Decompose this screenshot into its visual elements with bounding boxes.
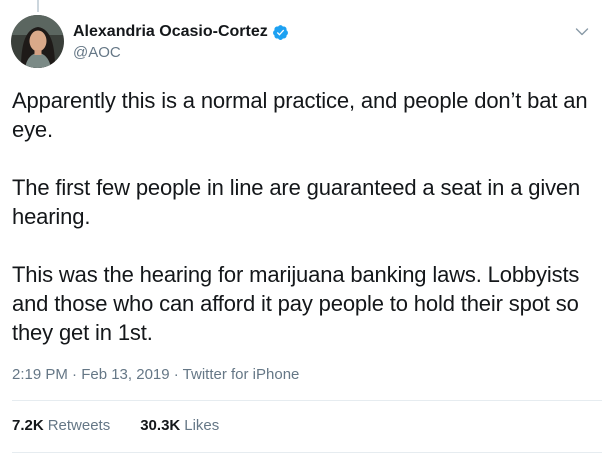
tweet-paragraph: The first few people in line are guarant… [12, 175, 581, 229]
tweet-text: Apparently this is a normal practice, an… [12, 86, 597, 347]
retweets-label: Retweets [47, 417, 111, 434]
display-name[interactable]: Alexandria Ocasio-Cortez [73, 23, 268, 41]
divider [12, 452, 602, 453]
likes-stat[interactable]: 30.3K Likes [140, 417, 219, 434]
retweets-stat[interactable]: 7.2K Retweets [12, 417, 110, 434]
tweet-card: Alexandria Ocasio-Cortez @AOC Apparently… [0, 0, 602, 456]
thread-connector-line [37, 0, 39, 12]
retweets-count: 7.2K [12, 417, 44, 434]
avatar[interactable] [11, 15, 64, 68]
likes-count: 30.3K [140, 417, 181, 434]
author-block: Alexandria Ocasio-Cortez @AOC [73, 21, 289, 61]
chevron-down-icon[interactable] [575, 27, 589, 37]
tweet-paragraph: Apparently this is a normal practice, an… [12, 88, 588, 142]
tweet-timestamp[interactable]: 2:19 PM · Feb 13, 2019 · Twitter for iPh… [12, 366, 299, 383]
engagement-stats: 7.2K Retweets 30.3K Likes [12, 417, 249, 434]
avatar-photo-icon [11, 15, 64, 68]
likes-label: Likes [184, 417, 220, 434]
divider [12, 400, 602, 401]
verified-badge-icon [272, 24, 289, 41]
tweet-paragraph: This was the hearing for marijuana banki… [12, 262, 580, 345]
user-handle[interactable]: @AOC [73, 44, 289, 61]
name-row: Alexandria Ocasio-Cortez [73, 21, 289, 43]
